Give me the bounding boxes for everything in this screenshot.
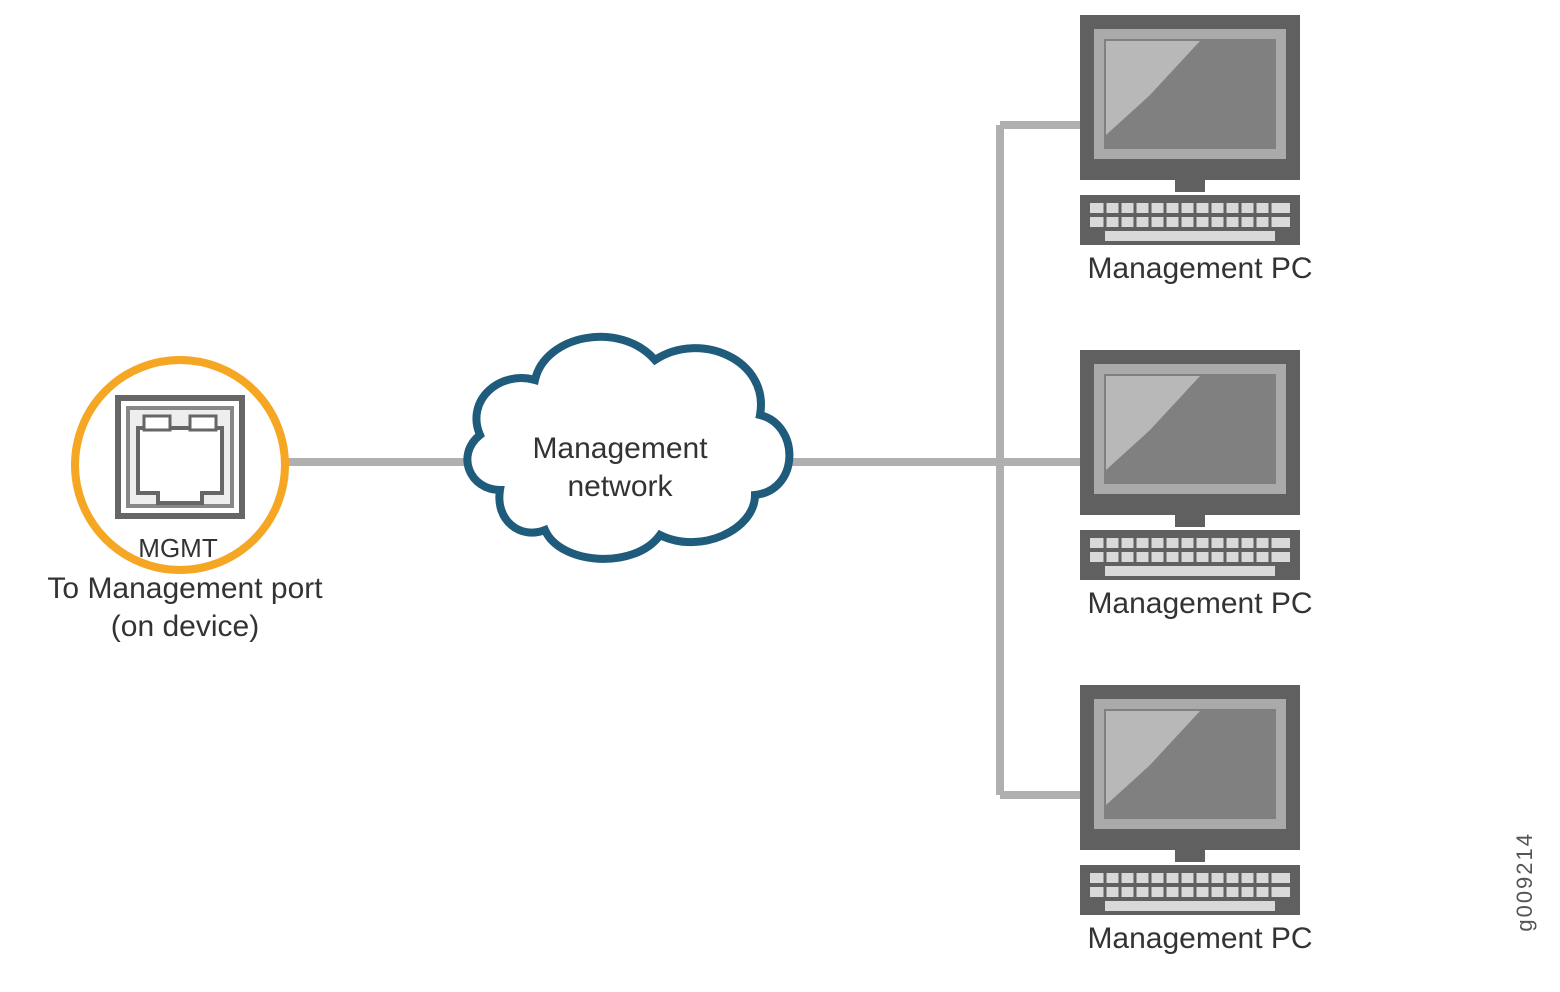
cloud-label-line2: network (567, 470, 672, 503)
pc-icon-3 (1080, 685, 1300, 915)
pc-icon-1 (1080, 15, 1300, 245)
mgmt-caption-line1: To Management port (47, 572, 322, 605)
pc-label-3: Management PC (1050, 920, 1350, 958)
cloud-label: Management network (480, 430, 760, 505)
figure-number: g009214 (1512, 832, 1538, 932)
pc-label-2: Management PC (1050, 585, 1350, 623)
mgmt-port-caption: To Management port (on device) (20, 570, 350, 645)
pc-icon-2 (1080, 350, 1300, 580)
network-diagram: MGMT To Management port (on device) Mana… (0, 0, 1560, 992)
cloud-label-line1: Management (532, 432, 707, 465)
pc-label-1: Management PC (1050, 250, 1350, 288)
mgmt-caption-line2: (on device) (111, 610, 259, 643)
mgmt-port-code: MGMT (118, 532, 238, 565)
rj45-port-icon (118, 398, 242, 516)
